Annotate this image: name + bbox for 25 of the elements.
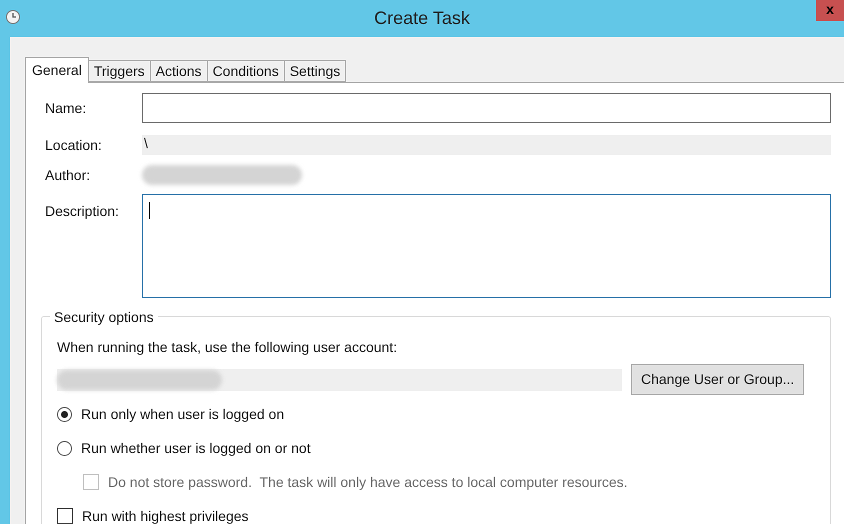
tab[interactable]: Actions <box>150 60 208 82</box>
location-label: Location: <box>45 136 103 154</box>
account-label: When running the task, use the following user account: <box>57 338 398 357</box>
option-label: Run with highest privileges <box>82 506 249 524</box>
description-label: Description: <box>45 202 120 221</box>
option-label: Run only when user is logged on <box>81 404 284 424</box>
radio-button[interactable] <box>57 440 72 456</box>
text-cursor <box>149 202 150 219</box>
window-title: Create Task <box>374 7 470 30</box>
change-user-button[interactable]: Change User or Group... <box>631 364 804 395</box>
tab[interactable]: Triggers <box>88 60 151 82</box>
clock-icon <box>5 9 21 25</box>
description-field[interactable] <box>142 194 831 298</box>
tab[interactable]: Settings <box>284 60 346 82</box>
location-value: \ <box>142 135 831 155</box>
tab[interactable]: General <box>25 57 89 83</box>
option-label: Do not store password. The task will only have access to local computer resources. <box>108 472 628 492</box>
name-label: Name: <box>45 98 88 118</box>
name-field[interactable] <box>142 93 831 123</box>
close-button[interactable]: x <box>816 0 844 21</box>
author-label: Author: <box>45 166 92 184</box>
checkbox[interactable] <box>57 508 73 524</box>
radio-button[interactable] <box>57 406 72 422</box>
option-label: Run whether user is logged on or not <box>81 438 311 458</box>
tab[interactable]: Conditions <box>208 60 285 82</box>
